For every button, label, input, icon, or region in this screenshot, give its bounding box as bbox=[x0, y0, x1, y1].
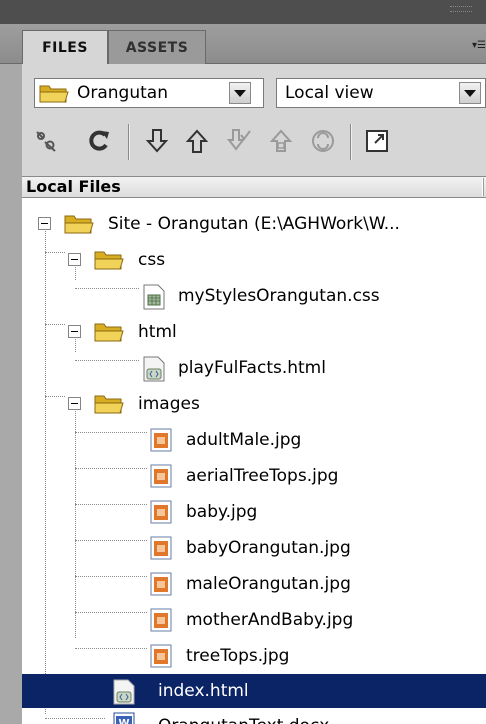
image-file-icon bbox=[150, 536, 172, 564]
svg-text:W: W bbox=[118, 718, 129, 724]
folder-icon bbox=[94, 321, 124, 347]
image-file-icon bbox=[150, 428, 172, 456]
file-tree: Site - Orangutan (E:\AGHWork\W... css my… bbox=[22, 198, 486, 724]
tree-item-label: aerialTreeTops.jpg bbox=[186, 466, 339, 486]
folder-icon bbox=[94, 393, 124, 419]
view-select[interactable]: Local view bbox=[276, 78, 486, 108]
tree-item-label: index.html bbox=[158, 681, 249, 701]
column-divider[interactable] bbox=[482, 178, 484, 196]
folder-icon bbox=[94, 249, 124, 275]
put-files-icon[interactable] bbox=[182, 126, 212, 156]
tree-item-html-file[interactable]: playFulFacts.html bbox=[22, 350, 486, 386]
local-files-header-label: Local Files bbox=[26, 177, 121, 196]
tree-item-label: baby.jpg bbox=[186, 502, 258, 522]
html-file-icon bbox=[112, 679, 136, 709]
view-select-value: Local view bbox=[285, 83, 374, 103]
folder-icon bbox=[64, 213, 94, 239]
site-dropdown-arrow-icon[interactable] bbox=[229, 82, 251, 104]
tree-item-image-file[interactable]: baby.jpg bbox=[22, 494, 486, 530]
tree-item-label: Site - Orangutan (E:\AGHWork\W... bbox=[108, 214, 400, 234]
image-file-icon bbox=[150, 464, 172, 492]
collapse-icon[interactable] bbox=[68, 253, 81, 266]
refresh-icon[interactable] bbox=[84, 126, 114, 156]
tree-item-label: playFulFacts.html bbox=[178, 358, 326, 378]
local-files-column-header[interactable]: Local Files bbox=[22, 176, 486, 198]
site-folder-icon bbox=[39, 83, 69, 103]
tree-item-label: OrangutanText.docx bbox=[158, 716, 329, 724]
tree-item-site-root[interactable]: Site - Orangutan (E:\AGHWork\W... bbox=[22, 206, 486, 242]
panel-top-strip bbox=[0, 0, 486, 24]
synchronize-icon[interactable] bbox=[308, 126, 338, 156]
tree-item-image-file[interactable]: adultMale.jpg bbox=[22, 422, 486, 458]
toolbar-separator bbox=[128, 124, 130, 160]
collapse-icon[interactable] bbox=[68, 325, 81, 338]
html-file-icon bbox=[142, 356, 166, 386]
tree-item-label: babyOrangutan.jpg bbox=[186, 538, 351, 558]
checkin-icon[interactable] bbox=[266, 126, 296, 156]
expand-icon[interactable] bbox=[362, 126, 392, 156]
collapse-icon[interactable] bbox=[38, 217, 51, 230]
panel-options-menu-icon[interactable]: ▾☰ bbox=[472, 40, 486, 52]
tree-item-label: css bbox=[138, 250, 166, 270]
word-file-icon: W bbox=[112, 711, 136, 724]
tree-item-image-file[interactable]: motherAndBaby.jpg bbox=[22, 602, 486, 638]
panel-tab-bar: FILES ASSETS ▾☰ bbox=[0, 24, 486, 65]
connect-icon[interactable] bbox=[32, 126, 62, 156]
site-select[interactable]: Orangutan bbox=[34, 78, 264, 108]
files-toolbar bbox=[22, 116, 486, 172]
view-dropdown-arrow-icon[interactable] bbox=[459, 82, 481, 104]
tree-item-image-file[interactable]: maleOrangutan.jpg bbox=[22, 566, 486, 602]
tree-item-label: html bbox=[138, 322, 177, 342]
image-file-icon bbox=[150, 608, 172, 636]
tree-item-image-file[interactable]: babyOrangutan.jpg bbox=[22, 530, 486, 566]
tree-item-label: treeTops.jpg bbox=[186, 646, 290, 666]
tree-item-doc-file[interactable]: W OrangutanText.docx bbox=[22, 708, 486, 724]
files-control-panel: Orangutan Local view bbox=[22, 64, 486, 176]
panel-grip-icon[interactable] bbox=[450, 6, 472, 12]
tab-files[interactable]: FILES bbox=[22, 30, 108, 65]
toolbar-separator bbox=[350, 124, 352, 160]
tab-assets[interactable]: ASSETS bbox=[108, 30, 206, 64]
tree-item-image-file[interactable]: aerialTreeTops.jpg bbox=[22, 458, 486, 494]
get-files-icon[interactable] bbox=[142, 126, 172, 156]
tree-item-image-file[interactable]: treeTops.jpg bbox=[22, 638, 486, 674]
css-file-icon bbox=[142, 284, 166, 314]
tree-item-html-folder[interactable]: html bbox=[22, 314, 486, 350]
image-file-icon bbox=[150, 500, 172, 528]
tree-item-label: adultMale.jpg bbox=[186, 430, 302, 450]
tree-item-css-folder[interactable]: css bbox=[22, 242, 486, 278]
tree-item-label: images bbox=[138, 394, 200, 414]
image-file-icon bbox=[150, 644, 172, 672]
tree-item-label: myStylesOrangutan.css bbox=[178, 286, 380, 306]
image-file-icon bbox=[150, 572, 172, 600]
tree-item-index-file[interactable]: index.html bbox=[22, 674, 486, 708]
collapse-icon[interactable] bbox=[68, 397, 81, 410]
tree-item-label: motherAndBaby.jpg bbox=[186, 610, 354, 630]
tree-item-css-file[interactable]: myStylesOrangutan.css bbox=[22, 278, 486, 314]
site-select-value: Orangutan bbox=[77, 83, 168, 103]
tree-item-images-folder[interactable]: images bbox=[22, 386, 486, 422]
checkout-icon[interactable] bbox=[224, 126, 254, 156]
tree-item-label: maleOrangutan.jpg bbox=[186, 574, 351, 594]
